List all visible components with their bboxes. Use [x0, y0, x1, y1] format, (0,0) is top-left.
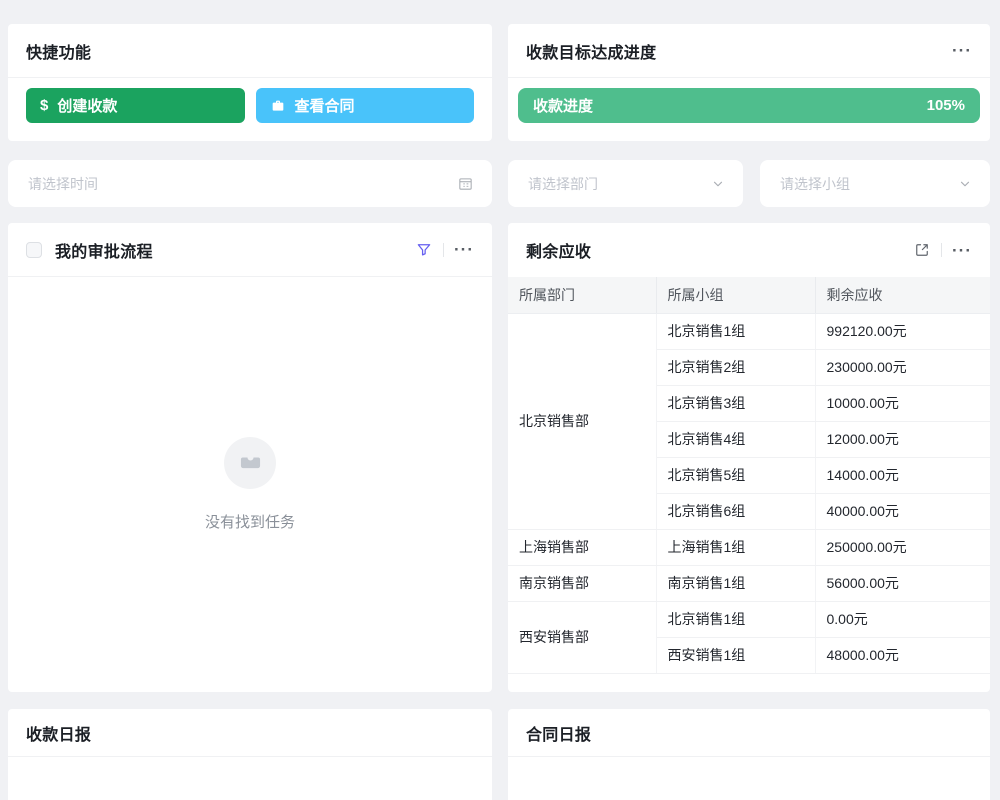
receivable-table: 所属部门 所属小组 剩余应收 北京销售部北京销售1组992120.00元北京销售…	[508, 277, 990, 674]
quick-buttons-row: $ 创建收款 查看合同	[8, 78, 492, 123]
header-divider	[443, 243, 444, 257]
group-cell: 北京销售5组	[656, 457, 815, 493]
group-select-placeholder: 请选择小组	[780, 174, 958, 194]
group-cell: 西安销售1组	[656, 637, 815, 673]
amount-cell: 48000.00元	[815, 637, 990, 673]
department-select[interactable]: 请选择部门	[508, 160, 743, 207]
contract-daily-title: 合同日报	[526, 721, 591, 745]
ellipsis-menu-icon[interactable]: ···	[454, 241, 474, 258]
view-contract-label: 查看合同	[295, 95, 355, 116]
amount-cell: 250000.00元	[815, 529, 990, 565]
collection-progress-header: 收款目标达成进度 ···	[508, 24, 990, 78]
amount-cell: 0.00元	[815, 601, 990, 637]
dollar-icon: $	[40, 97, 48, 114]
time-picker[interactable]	[8, 160, 492, 207]
department-select-placeholder: 请选择部门	[528, 174, 711, 194]
contract-daily-header: 合同日报	[508, 709, 990, 757]
approval-empty-state: 没有找到任务	[8, 277, 492, 691]
calendar-icon	[457, 175, 474, 192]
column-header-department: 所属部门	[508, 277, 656, 313]
briefcase-icon	[270, 98, 286, 114]
progress-bar: 收款进度 105%	[518, 88, 980, 123]
group-cell: 北京销售1组	[656, 601, 815, 637]
amount-cell: 10000.00元	[815, 385, 990, 421]
contract-daily-card: 合同日报	[508, 709, 990, 800]
group-cell: 北京销售6组	[656, 493, 815, 529]
time-picker-input[interactable]	[28, 176, 457, 192]
empty-state-circle	[224, 437, 276, 489]
payment-daily-header: 收款日报	[8, 709, 492, 757]
column-header-amount: 剩余应收	[815, 277, 990, 313]
group-cell: 北京销售3组	[656, 385, 815, 421]
create-receipt-label: 创建收款	[57, 95, 117, 116]
group-cell: 南京销售1组	[656, 565, 815, 601]
dashboard-page: 快捷功能 $ 创建收款 查看合同 收款目标达成进度 ··· 收款进度	[0, 0, 1000, 800]
department-cell: 北京销售部	[508, 313, 656, 529]
group-cell: 上海销售1组	[656, 529, 815, 565]
payment-daily-card: 收款日报	[8, 709, 492, 800]
receivable-table-body: 北京销售部北京销售1组992120.00元北京销售2组230000.00元北京销…	[508, 313, 990, 673]
collection-progress-title: 收款目标达成进度	[526, 39, 656, 63]
amount-cell: 230000.00元	[815, 349, 990, 385]
progress-bar-label: 收款进度	[533, 95, 593, 116]
approval-flow-card: 我的审批流程 ··· 没有找到任务	[8, 223, 492, 692]
collection-progress-card: 收款目标达成进度 ··· 收款进度 105%	[508, 24, 990, 141]
quick-functions-title: 快捷功能	[26, 39, 91, 63]
quick-functions-header: 快捷功能	[8, 24, 492, 78]
remaining-receivable-card: 剩余应收 ··· 所属部门 所属小组 剩余应收	[508, 223, 990, 692]
amount-cell: 40000.00元	[815, 493, 990, 529]
empty-state-text: 没有找到任务	[205, 511, 295, 532]
table-row: 上海销售部上海销售1组250000.00元	[508, 529, 990, 565]
empty-inbox-icon	[237, 449, 264, 476]
progress-bar-value: 105%	[927, 97, 965, 114]
table-row: 北京销售部北京销售1组992120.00元	[508, 313, 990, 349]
column-header-group: 所属小组	[656, 277, 815, 313]
amount-cell: 992120.00元	[815, 313, 990, 349]
quick-functions-card: 快捷功能 $ 创建收款 查看合同	[8, 24, 492, 141]
ellipsis-menu-icon[interactable]: ···	[952, 242, 972, 259]
department-cell: 西安销售部	[508, 601, 656, 673]
select-all-checkbox[interactable]	[26, 242, 42, 258]
group-cell: 北京销售2组	[656, 349, 815, 385]
amount-cell: 56000.00元	[815, 565, 990, 601]
table-row: 西安销售部北京销售1组0.00元	[508, 601, 990, 637]
remaining-receivable-header: 剩余应收 ···	[508, 223, 990, 277]
payment-daily-title: 收款日报	[26, 721, 91, 745]
approval-flow-title: 我的审批流程	[55, 238, 153, 262]
department-cell: 上海销售部	[508, 529, 656, 565]
progress-track: 收款进度 105%	[508, 78, 990, 123]
table-header-row: 所属部门 所属小组 剩余应收	[508, 277, 990, 313]
chevron-down-icon	[711, 177, 725, 191]
department-cell: 南京销售部	[508, 565, 656, 601]
external-link-icon[interactable]	[913, 241, 931, 259]
approval-flow-header: 我的审批流程 ···	[8, 223, 492, 277]
filter-funnel-icon[interactable]	[415, 241, 433, 259]
group-cell: 北京销售4组	[656, 421, 815, 457]
table-row: 南京销售部南京销售1组56000.00元	[508, 565, 990, 601]
remaining-receivable-title: 剩余应收	[526, 238, 591, 262]
header-divider	[941, 243, 942, 257]
ellipsis-menu-icon[interactable]: ···	[952, 42, 972, 59]
chevron-down-icon	[958, 177, 972, 191]
view-contract-button[interactable]: 查看合同	[256, 88, 475, 123]
amount-cell: 14000.00元	[815, 457, 990, 493]
amount-cell: 12000.00元	[815, 421, 990, 457]
group-cell: 北京销售1组	[656, 313, 815, 349]
group-select[interactable]: 请选择小组	[760, 160, 990, 207]
create-receipt-button[interactable]: $ 创建收款	[26, 88, 245, 123]
